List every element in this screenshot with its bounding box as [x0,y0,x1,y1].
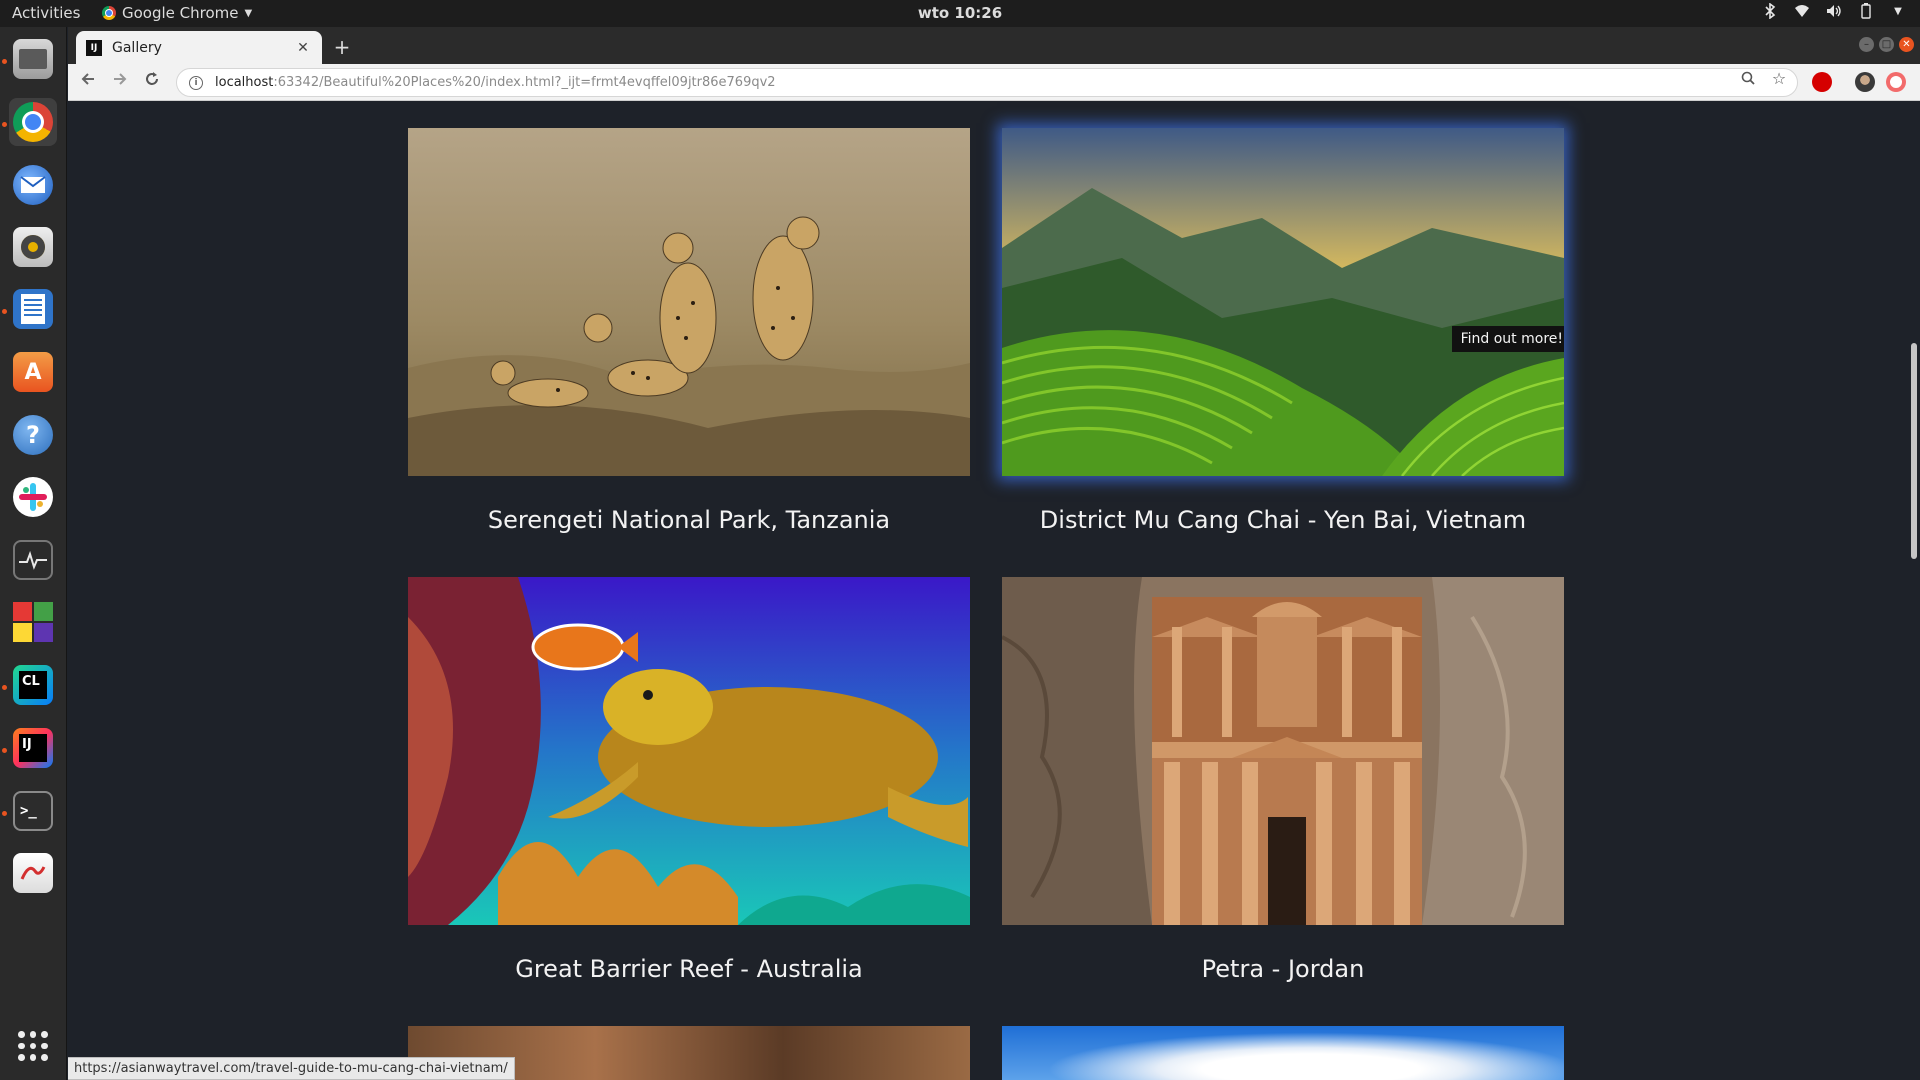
site-info-icon[interactable]: i [189,75,203,90]
system-tray: ▼ [1762,3,1906,19]
browser-toolbar: i localhost:63342/Beautiful%20Places%20/… [68,64,1920,101]
activities-button[interactable]: Activities [12,4,80,22]
volume-icon[interactable] [1826,3,1842,19]
app-menu-label: Google Chrome [122,4,239,22]
dock-rhythmbox[interactable] [9,223,57,271]
software-icon: A [13,352,53,392]
minimize-button[interactable]: – [1859,37,1874,52]
page-viewport: Serengeti National Park, Tanzania Find o… [68,101,1908,1080]
dock-show-apps[interactable] [9,1022,57,1070]
intellij-icon: IJ [13,728,53,768]
extension-adblock-icon[interactable] [1812,72,1832,92]
launcher-dock: A ? CL IJ >_ [0,27,67,1080]
gallery-card-petra[interactable]: Petra - Jordan [1002,577,1564,983]
dock-windows-app[interactable] [9,598,57,646]
dock-terminal[interactable]: >_ [9,787,57,835]
card-caption[interactable]: District Mu Cang Chai - Yen Bai, Vietnam [1002,506,1564,534]
help-icon: ? [13,415,53,455]
card-caption[interactable]: Serengeti National Park, Tanzania [408,506,970,534]
terminal-icon: >_ [13,791,53,831]
dock-files[interactable] [9,35,57,83]
show-apps-icon [18,1031,48,1061]
maximize-button[interactable]: □ [1879,37,1894,52]
windows-app-icon [13,602,53,642]
pdf-viewer-icon [13,853,53,893]
dock-help[interactable]: ? [9,411,57,459]
app-menu[interactable]: Google Chrome ▼ [102,4,252,22]
top-panel: Activities Google Chrome ▼ wto 10:26 ▼ [0,0,1920,27]
writer-icon [13,289,53,329]
mu-cang-chai-photo[interactable]: Find out more! [1002,128,1564,476]
gallery-card-next-right[interactable] [1002,1026,1564,1080]
url-path: :63342/Beautiful%20Places%20/index.html?… [273,75,776,90]
zoom-icon[interactable] [1740,71,1756,87]
system-monitor-icon [13,540,53,580]
dock-writer[interactable] [9,285,57,333]
scrollbar-thumb[interactable] [1911,343,1917,559]
clion-icon: CL [13,665,53,705]
url-host: localhost [215,75,274,90]
tab-gallery[interactable]: IJ Gallery ✕ [76,31,322,64]
petra-photo[interactable] [1002,577,1564,925]
new-tab-button[interactable]: + [330,35,354,59]
dock-slack[interactable] [9,473,57,521]
dock-chrome[interactable] [9,98,57,146]
card-caption[interactable]: Great Barrier Reef - Australia [408,955,970,983]
intellij-favicon-icon: IJ [86,39,102,56]
gallery-card-great-barrier-reef[interactable]: Great Barrier Reef - Australia [408,577,970,983]
serengeti-photo[interactable] [408,128,970,476]
reload-icon [146,72,158,85]
dock-pdf-viewer[interactable] [9,849,57,897]
slack-icon [13,477,53,517]
files-icon [13,39,53,79]
reload-button[interactable] [140,70,164,94]
gallery-card-mu-cang-chai[interactable]: Find out more! District Mu Cang Chai - Y… [1002,128,1564,534]
card-caption[interactable]: Petra - Jordan [1002,955,1564,983]
great-barrier-reef-photo[interactable] [408,577,970,925]
dock-software[interactable]: A [9,348,57,396]
next-right-photo[interactable] [1002,1026,1564,1080]
dock-intellij[interactable]: IJ [9,724,57,772]
arrow-left-icon [81,73,94,85]
tab-title: Gallery [112,39,162,56]
find-out-more-tooltip[interactable]: Find out more! [1451,326,1564,352]
close-tab-icon[interactable]: ✕ [294,40,312,56]
arrow-right-icon [114,73,127,85]
tab-strip: IJ Gallery ✕ + – □ ✕ [68,27,1920,64]
chrome-small-icon [102,6,116,20]
link-status-bubble: https://asianwaytravel.com/travel-guide-… [68,1057,515,1080]
dock-thunderbird[interactable] [9,161,57,209]
dock-clion[interactable]: CL [9,661,57,709]
battery-icon[interactable] [1858,3,1874,19]
rhythmbox-icon [13,227,53,267]
chrome-icon [13,102,53,142]
back-button[interactable] [76,70,100,94]
extension-red-icon[interactable] [1886,72,1906,92]
thunderbird-icon [13,165,53,205]
chevron-down-icon: ▼ [244,7,253,19]
address-bar[interactable]: i localhost:63342/Beautiful%20Places%20/… [176,68,1798,97]
wifi-icon[interactable] [1794,3,1810,19]
dock-system-monitor[interactable] [9,536,57,584]
forward-button[interactable] [108,70,132,94]
close-window-button[interactable]: ✕ [1899,37,1914,52]
gallery-card-serengeti[interactable]: Serengeti National Park, Tanzania [408,128,970,534]
profile-avatar[interactable] [1855,72,1875,92]
system-menu-chevron-icon[interactable]: ▼ [1890,3,1906,19]
bookmark-star-icon[interactable]: ☆ [1771,71,1787,87]
bluetooth-icon[interactable] [1762,3,1778,19]
page-scrollbar[interactable] [1908,101,1920,1080]
clock[interactable]: wto 10:26 [0,4,1920,22]
